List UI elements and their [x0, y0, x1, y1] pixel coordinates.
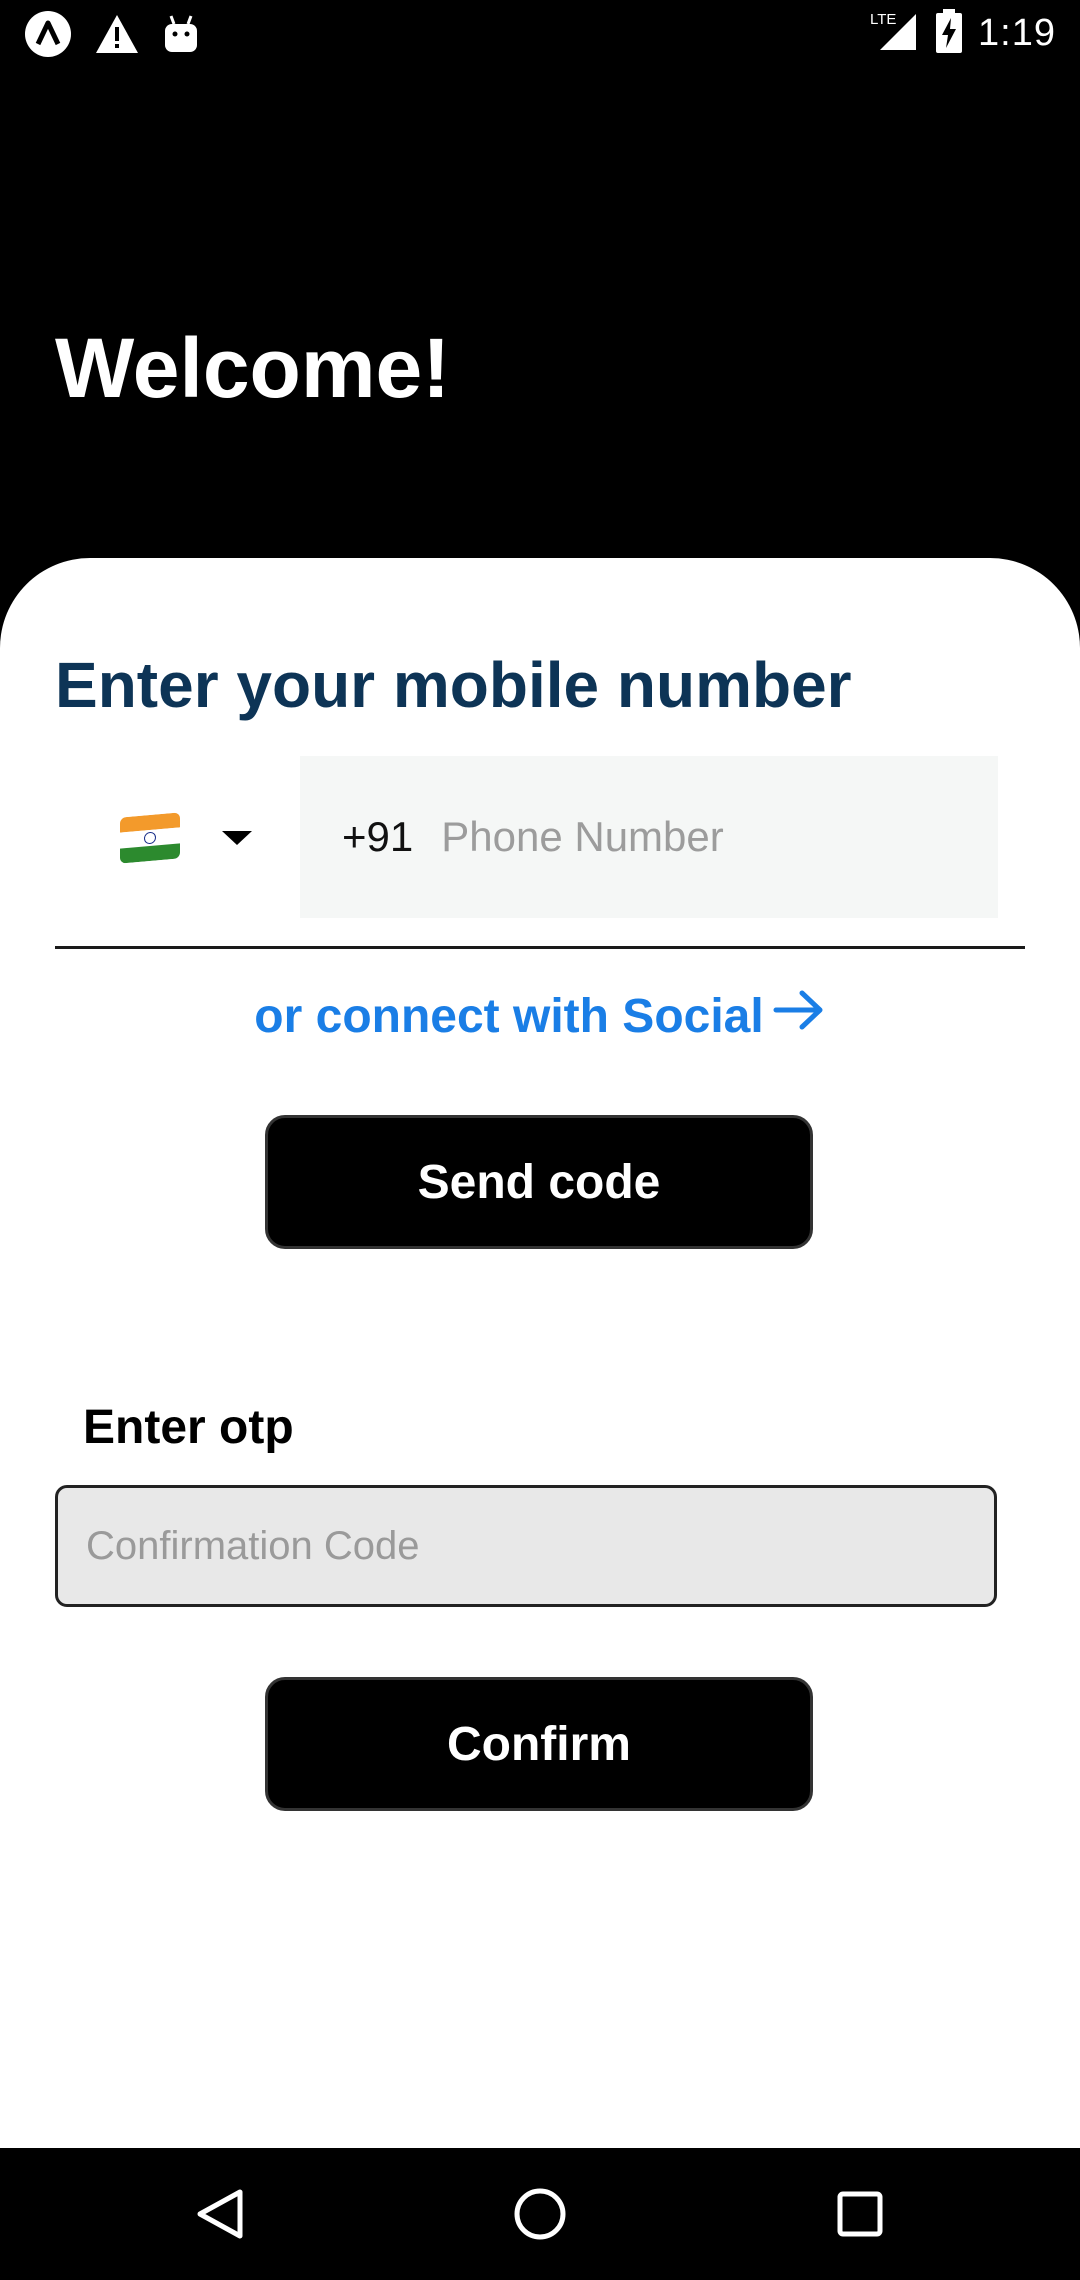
login-sheet: Enter your mobile number +91 or connect …	[0, 558, 1080, 2148]
app-notification-icon	[24, 10, 72, 63]
warning-icon	[94, 13, 140, 60]
connect-social-link[interactable]: or connect with Social	[0, 988, 1080, 1044]
phone-number-input[interactable]	[441, 797, 962, 877]
otp-label: Enter otp	[83, 1401, 294, 1454]
send-code-button[interactable]: Send code	[265, 1115, 813, 1249]
network-type: LTE	[870, 11, 896, 28]
phone-divider	[55, 946, 1025, 949]
status-bar-left	[24, 10, 200, 63]
arrow-right-icon	[772, 988, 826, 1044]
country-picker[interactable]	[120, 798, 270, 878]
phone-number-field[interactable]: +91	[300, 756, 998, 918]
navigation-bar	[0, 2148, 1080, 2280]
battery-charging-icon	[934, 8, 964, 59]
welcome-title: Welcome!	[55, 321, 451, 415]
confirm-button[interactable]: Confirm	[265, 1677, 813, 1811]
back-icon[interactable]	[180, 2174, 260, 2254]
dial-code: +91	[342, 813, 414, 860]
android-debug-icon	[162, 14, 200, 59]
status-time: 1:19	[978, 12, 1056, 54]
status-bar: LTE 1:19	[0, 0, 1080, 64]
social-link-label: or connect with Social	[254, 989, 764, 1043]
mobile-number-title: Enter your mobile number	[55, 649, 852, 721]
status-bar-right: LTE 1:19	[870, 8, 1056, 59]
recents-icon[interactable]	[820, 2174, 900, 2254]
home-icon[interactable]	[500, 2174, 580, 2254]
signal-icon: LTE	[870, 8, 920, 59]
chevron-down-icon	[222, 831, 252, 845]
india-flag-icon	[120, 812, 180, 864]
otp-input[interactable]	[55, 1485, 997, 1607]
